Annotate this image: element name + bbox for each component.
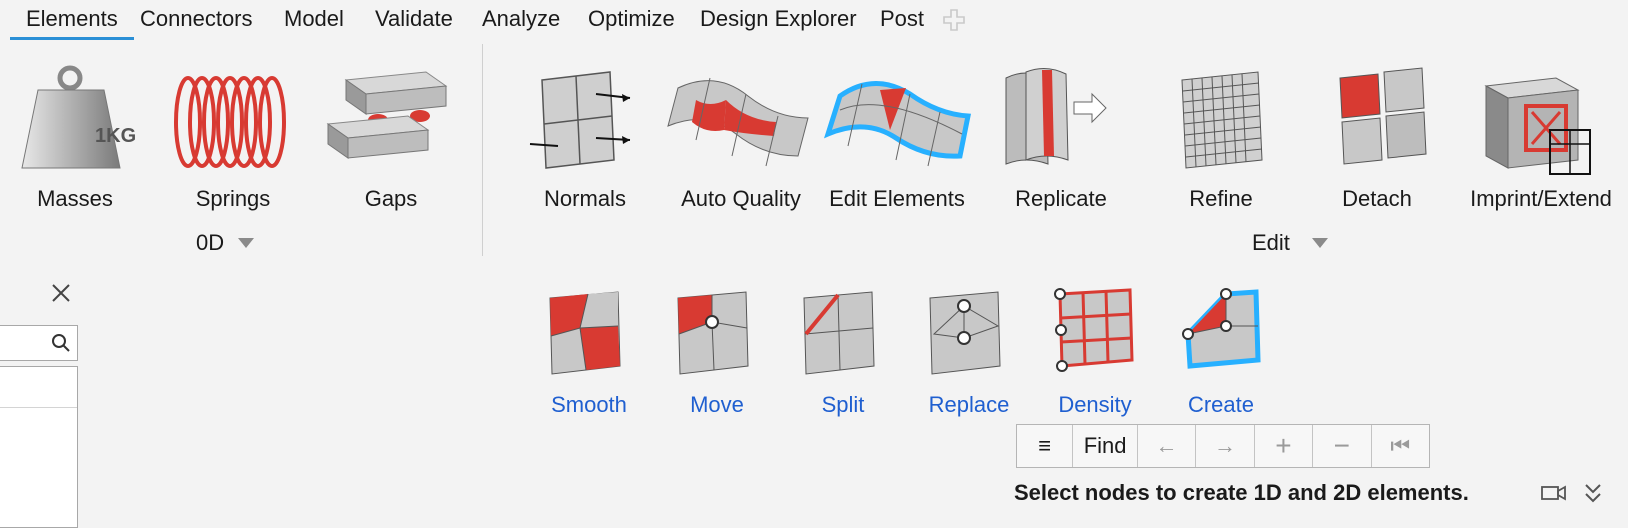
tab-optimize[interactable]: Optimize [588,4,675,34]
detach-tool[interactable]: Detach [1302,60,1452,230]
gap-blocks-icon [326,71,448,159]
add-icon[interactable]: + [1255,425,1314,467]
close-icon[interactable] [50,282,72,304]
group-0d-dropdown-icon[interactable] [238,238,254,248]
tab-validate[interactable]: Validate [375,4,453,34]
search-icon[interactable] [51,333,71,353]
replicate-tool[interactable]: Replicate [986,60,1136,230]
menu-button[interactable]: ≡ [1017,425,1074,467]
add-tab-icon[interactable] [942,8,966,32]
spring-coil-icon [174,76,286,168]
tab-post[interactable]: Post [880,4,924,34]
forward-arrow-icon[interactable]: → [1196,425,1255,467]
video-tutorial-icon[interactable] [1540,482,1568,504]
imprint-extend-icon [1484,77,1591,175]
ribbon-tab-bar: Elements Connectors Model Validate Analy… [0,0,1628,40]
back-arrow-icon[interactable]: ← [1138,425,1197,467]
edit-elements-icon [823,81,972,167]
create-label: Create [1187,392,1255,417]
group-divider [482,44,483,256]
auto-quality-tool[interactable]: Auto Quality [666,60,816,230]
search-input[interactable] [0,325,78,361]
normals-icon [529,71,631,169]
tab-model[interactable]: Model [284,4,344,34]
imprint-extend-tool[interactable]: Imprint/Extend [1466,60,1616,230]
tab-design-explorer[interactable]: Design Explorer [700,4,857,34]
first-step-icon[interactable]: ⏮ [1372,425,1429,467]
tab-analyze[interactable]: Analyze [482,4,560,34]
auto-quality-icon [667,77,809,167]
group-edit-dropdown-icon[interactable] [1312,238,1328,248]
masses-tool[interactable]: 1KG Masses [0,60,150,230]
group-label-edit: Edit [1252,230,1290,255]
detach-label: Detach [1342,186,1412,211]
tab-elements[interactable]: Elements [10,4,134,40]
tab-connectors[interactable]: Connectors [140,4,253,34]
find-button[interactable]: Find [1073,425,1138,467]
detach-icon [1339,67,1427,165]
create-element-icon [1182,288,1261,369]
refine-tool[interactable]: Refine [1146,60,1296,230]
create-tool[interactable]: Create [1146,286,1296,426]
svg-text:1KG: 1KG [95,125,136,147]
edit-elements-tool[interactable]: Edit Elements [822,60,972,230]
springs-tool[interactable]: Springs [158,60,308,230]
group-label-0d: 0D [196,230,225,255]
list-header-divider [0,407,77,408]
status-message: Select nodes to create 1D and 2D element… [1014,480,1469,505]
replicate-icon [1005,68,1107,165]
remove-icon[interactable]: − [1313,425,1372,467]
gaps-tool[interactable]: Gaps [316,60,466,230]
mass-weight-icon: 1KG [21,65,136,169]
refine-icon [1181,71,1263,169]
imprint-extend-label: Imprint/Extend [1470,186,1612,211]
guide-bar: ≡ Find ← → + − ⏮ [1016,424,1430,468]
gaps-label: Gaps [364,186,418,211]
normals-tool[interactable]: Normals [510,60,660,230]
chevron-down-double-icon[interactable] [1582,480,1604,506]
edit-elements-label: Edit Elements [829,186,965,211]
entity-list[interactable] [0,366,78,528]
